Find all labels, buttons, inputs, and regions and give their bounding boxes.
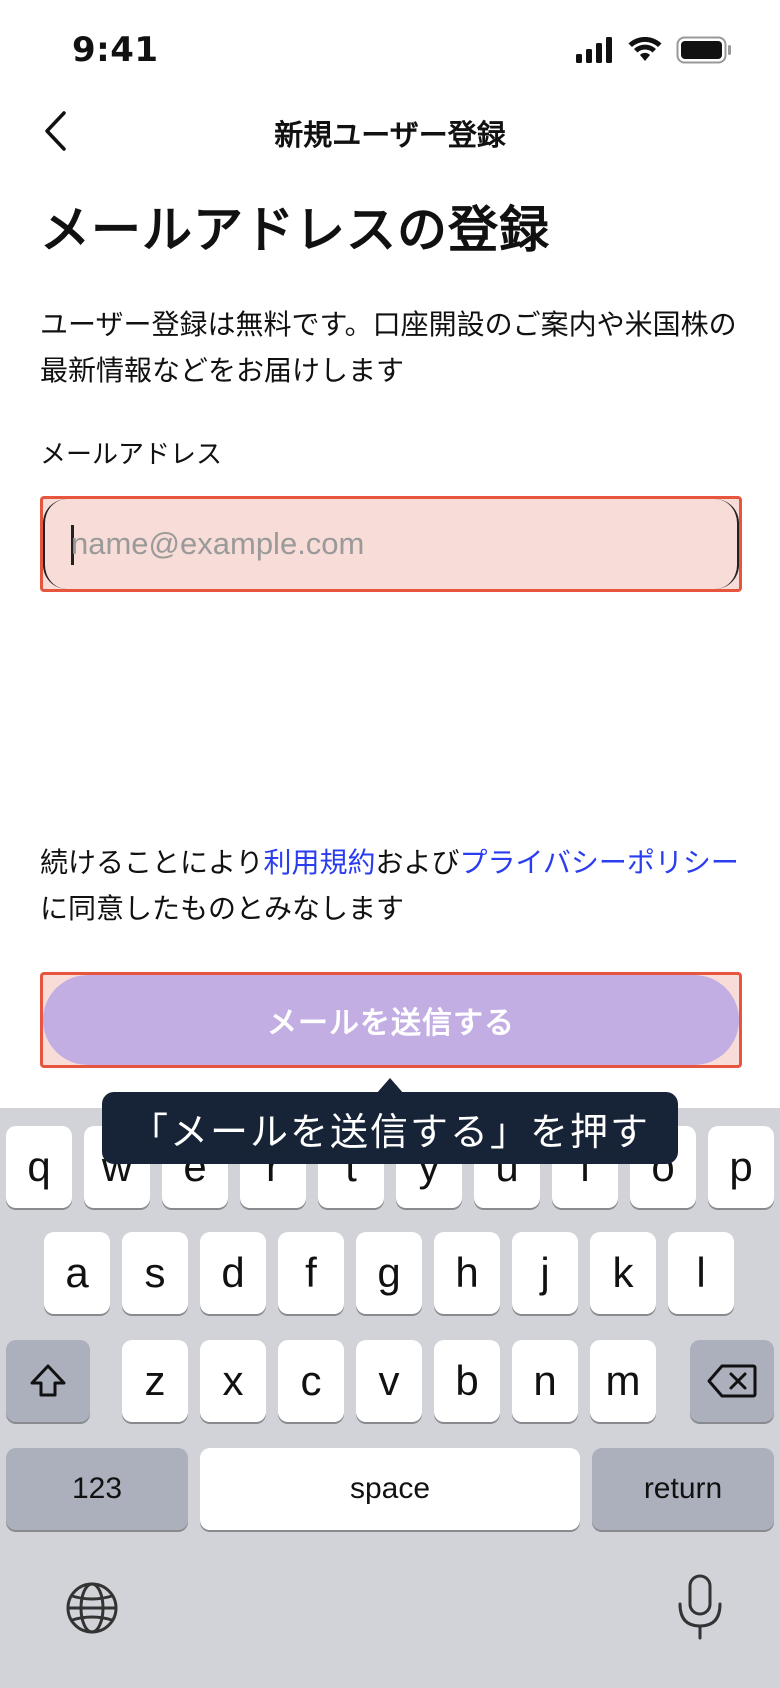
terms-suffix: に同意したものとみなします (40, 892, 405, 925)
shift-icon (30, 1364, 66, 1397)
microphone-icon[interactable] (674, 1574, 726, 1640)
key-n[interactable]: n (512, 1340, 578, 1422)
privacy-policy-link[interactable]: プライバシーポリシー (459, 846, 738, 879)
backspace-icon (707, 1364, 757, 1398)
shift-key[interactable] (6, 1340, 90, 1422)
space-key[interactable]: space (200, 1448, 580, 1530)
send-email-button[interactable]: メールを送信する (43, 975, 739, 1065)
email-label: メールアドレス (40, 440, 223, 470)
nav-bar: 新規ユーザー登録 (0, 100, 780, 162)
key-p[interactable]: p (708, 1126, 774, 1208)
key-z[interactable]: z (122, 1340, 188, 1422)
description-text: ユーザー登録は無料です。口座開設のご案内や米国株の最新情報などをお届けします (40, 308, 737, 387)
backspace-key[interactable] (690, 1340, 774, 1422)
key-x[interactable]: x (200, 1340, 266, 1422)
key-b[interactable]: b (434, 1340, 500, 1422)
key-m[interactable]: m (590, 1340, 656, 1422)
globe-icon[interactable] (64, 1580, 120, 1636)
nav-title: 新規ユーザー登録 (274, 118, 506, 152)
status-icons (576, 36, 732, 64)
key-l[interactable]: l (668, 1232, 734, 1314)
send-button-highlight: メールを送信する (40, 972, 742, 1068)
email-field[interactable] (71, 499, 711, 589)
instruction-tooltip: 「メールを送信する」を押す (102, 1092, 678, 1164)
terms-of-use-link[interactable]: 利用規約 (263, 846, 375, 879)
key-g[interactable]: g (356, 1232, 422, 1314)
battery-icon (676, 36, 731, 64)
return-key[interactable]: return (592, 1448, 774, 1530)
key-v[interactable]: v (356, 1340, 422, 1422)
key-c[interactable]: c (278, 1340, 344, 1422)
cellular-signal-icon (576, 37, 612, 63)
email-field-highlight (40, 496, 742, 592)
wifi-icon (628, 37, 662, 61)
numbers-key[interactable]: 123 (6, 1448, 188, 1530)
key-s[interactable]: s (122, 1232, 188, 1314)
key-a[interactable]: a (44, 1232, 110, 1314)
key-h[interactable]: h (434, 1232, 500, 1314)
status-time: 9:41 (72, 30, 159, 70)
key-j[interactable]: j (512, 1232, 578, 1314)
status-bar: 9:41 (0, 0, 780, 100)
key-q[interactable]: q (6, 1126, 72, 1208)
terms-text: 続けることにより利用規約およびプライバシーポリシーに同意したものとみなします (40, 840, 740, 932)
key-f[interactable]: f (278, 1232, 344, 1314)
terms-prefix: 続けることにより (40, 846, 264, 879)
key-d[interactable]: d (200, 1232, 266, 1314)
page-title: メールアドレスの登録 (40, 201, 550, 259)
key-k[interactable]: k (590, 1232, 656, 1314)
terms-middle: および (375, 846, 460, 879)
